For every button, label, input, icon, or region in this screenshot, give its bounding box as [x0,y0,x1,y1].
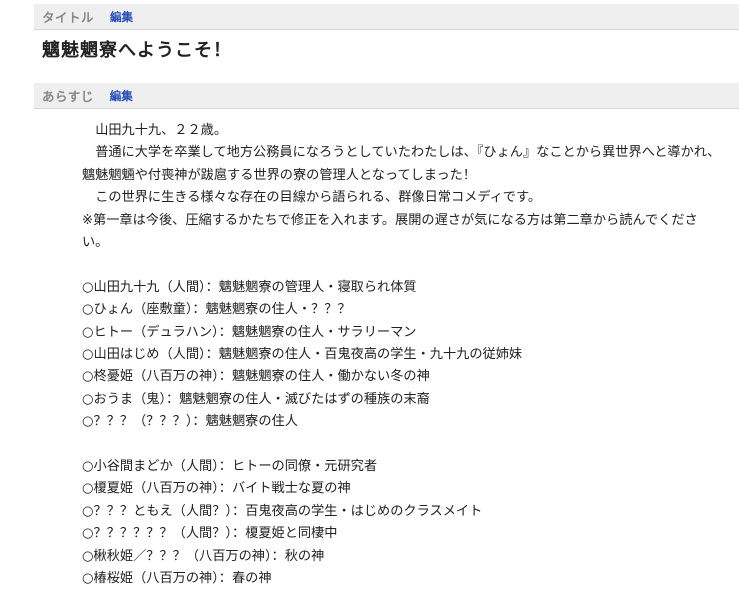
character-entry: ○？？？ともえ（人間？）：百鬼夜高の学生・はじめのクラスメイト [82,503,483,519]
character-entry: ○？？？？？？（人間？）：榎夏姫と同棲中 [82,526,338,542]
synopsis-edit-link[interactable]: 編集 [110,88,133,104]
synopsis-paragraph: この世界に生きる様々な存在の目線から語られる、群像日常コメディです。 [95,190,542,206]
synopsis-section-header: あらすじ 編集 [34,83,739,109]
character-entry: ○？？？（？？？）：魑魅魍寮の住人 [82,414,298,430]
novel-info-page: タイトル 編集 魑魅魍寮へようこそ！ あらすじ 編集 山田九十九、２２歳。 普通… [0,0,739,610]
synopsis-paragraph: 普通に大学を卒業して地方公務員になろうとしていたわたしは、『ひょん』なことから異… [82,145,721,183]
synopsis-section-label: あらすじ [42,89,94,104]
character-entry: ○柊憂姫（八百万の神）：魑魅魍寮の住人・働かない冬の神 [82,369,430,385]
title-edit-link[interactable]: 編集 [110,9,133,25]
character-entry: ○小谷間まどか（人間）：ヒトーの同僚・元研究者 [82,459,378,475]
title-section-header: タイトル 編集 [34,4,739,30]
character-entry: ○山田九十九（人間）：魑魅魍寮の管理人・寝取られ体質 [82,279,417,295]
character-entry: ○山田はじめ（人間）：魑魅魍寮の住人・百鬼夜高の学生・九十九の従姉妹 [82,347,523,363]
novel-title: 魑魅魍寮へようこそ！ [42,40,232,61]
title-section-label: タイトル [42,10,95,25]
character-entry: ○おうま（鬼）：魑魅魍寮の住人・滅びたはずの種族の末裔 [82,391,430,407]
character-entry: ○榎夏姫（八百万の神）：バイト戦士な夏の神 [82,481,351,497]
synopsis-note: ※第一章は今後、圧縮するかたちで修正を入れます。展開の遅さが気になる方は第二章か… [82,212,698,251]
character-entry: ○楸秋姫／？？？（八百万の神）：秋の神 [82,548,325,564]
synopsis-body: 山田九十九、２２歳。 普通に大学を卒業して地方公務員になろうとしていたわたしは、… [82,120,722,591]
character-entry: ○ヒトー（デュラハン）：魑魅魍寮の住人・サラリーマン [82,324,417,340]
character-entry: ○椿桜姫（八百万の神）：春の神 [82,571,272,587]
synopsis-paragraph: 山田九十九、２２歳。 [95,123,228,138]
character-entry: ○ひょん（座敷童）：魑魅魍寮の住人・？？？ [82,302,351,318]
